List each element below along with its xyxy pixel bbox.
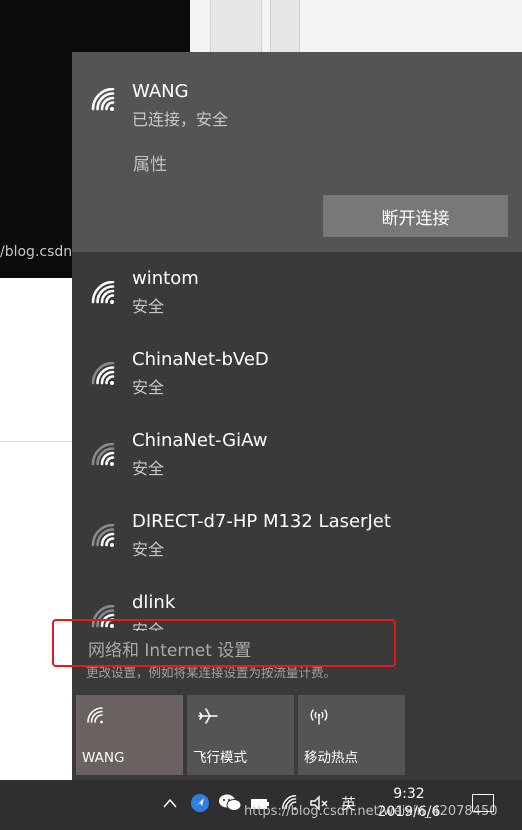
network-name: DIRECT-d7-HP M132 LaserJet [132,511,391,532]
airplane-icon [198,708,218,724]
wifi-icon [91,88,115,111]
connected-network-status: 已连接，安全 [132,110,229,129]
quick-action-label: WANG [82,750,125,766]
highlight-annotation [52,619,396,667]
background-window-top [190,0,522,52]
quick-action-label: 飞行模式 [193,750,247,766]
network-name: ChinaNet-bVeD [132,349,269,370]
network-name: dlink [132,592,176,613]
wifi-icon [91,281,115,304]
network-flyout: WANG 已连接，安全 属性 断开连接 wintom 安全 ChinaNet-b… [72,52,522,780]
network-name: wintom [132,268,199,289]
action-center-icon[interactable] [472,794,494,812]
app-tray-icon[interactable] [190,793,210,813]
network-item-wintom[interactable]: wintom 安全 [72,257,522,337]
hotspot-icon [310,709,328,725]
background-url-fragment: /blog.csdn.n [0,244,72,260]
disconnect-button[interactable]: 断开连接 [323,195,508,237]
network-item-chinanet-bved[interactable]: ChinaNet-bVeD 安全 [72,338,522,418]
chevron-up-icon[interactable] [162,797,178,809]
network-item-chinanet-giaw[interactable]: ChinaNet-GiAw 安全 [72,419,522,499]
clock-time: 9:32 [393,786,425,802]
taskbar: 英 9:32 2019/6/6 https://blog.csdn.net/we… [0,780,522,830]
connected-network-name: WANG [132,81,189,102]
quick-action-mobile-hotspot[interactable]: 移动热点 [298,695,405,775]
network-name: ChinaNet-GiAw [132,430,268,451]
background-window-pane [210,0,262,52]
wifi-icon [91,362,115,385]
properties-link[interactable]: 属性 [133,150,167,175]
wifi-icon [91,443,115,466]
network-item-direct-hp-laserjet[interactable]: DIRECT-d7-HP M132 LaserJet 安全 [72,500,522,580]
wechat-icon[interactable] [218,792,242,814]
network-security: 安全 [132,540,165,559]
quick-action-label: 移动热点 [304,750,358,766]
watermark-url: https://blog.csdn.net/weixin_42078450 [244,804,498,819]
network-security: 安全 [132,378,165,397]
wifi-icon [87,707,103,724]
connected-network-panel[interactable]: WANG 已连接，安全 属性 断开连接 [72,52,522,252]
wifi-icon [91,524,115,547]
network-security: 安全 [132,297,165,316]
background-divider [0,441,72,442]
quick-action-wifi[interactable]: WANG [76,695,183,775]
background-window-pane [270,0,300,52]
network-security: 安全 [132,459,165,478]
quick-action-airplane-mode[interactable]: 飞行模式 [187,695,294,775]
